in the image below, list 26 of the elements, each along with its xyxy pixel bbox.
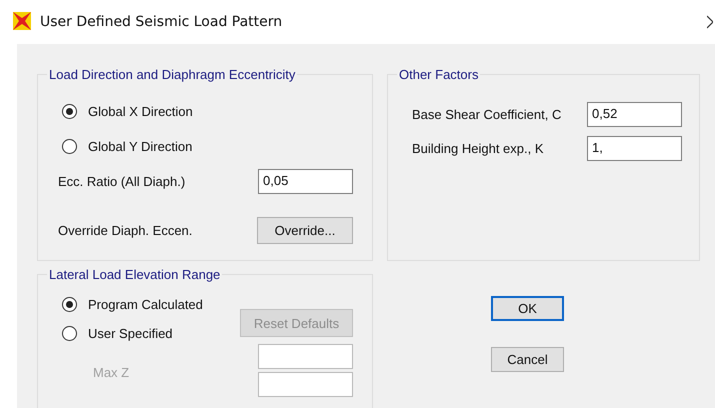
input-field[interactable]: 0,05 [258, 169, 353, 194]
radio-label: User Specified [88, 326, 173, 341]
group-title: Load Direction and Diaphragm Eccentricity [48, 67, 296, 82]
input-field[interactable]: 0,52 [587, 102, 682, 127]
radio-button[interactable] [62, 104, 77, 119]
override-button[interactable]: Override... [257, 217, 353, 244]
input-field[interactable] [258, 372, 353, 397]
input-field[interactable] [258, 344, 353, 369]
field-label: Ecc. Ratio (All Diaph.) [58, 174, 186, 189]
dialog-button[interactable]: OK [491, 296, 564, 321]
radio-label: Program Calculated [88, 297, 203, 312]
radio-button[interactable] [62, 326, 77, 341]
radio-button[interactable] [62, 297, 77, 312]
field-label: Max Z [93, 365, 130, 380]
group-title: Other Factors [398, 67, 480, 82]
field-label: Override Diaph. Eccen. [58, 223, 192, 238]
app-logo-icon [12, 11, 32, 31]
window-title: User Defined Seismic Load Pattern [40, 14, 282, 30]
radio-label: Global Y Direction [88, 139, 192, 154]
dialog-button[interactable]: Cancel [491, 347, 564, 372]
field-label: Building Height exp., K [412, 141, 544, 156]
radio-label: Global X Direction [88, 104, 193, 119]
input-field[interactable]: 1, [587, 136, 682, 161]
radio-button[interactable] [62, 139, 77, 154]
group-title: Lateral Load Elevation Range [48, 267, 222, 282]
field-label: Base Shear Coefficient, C [412, 107, 562, 122]
